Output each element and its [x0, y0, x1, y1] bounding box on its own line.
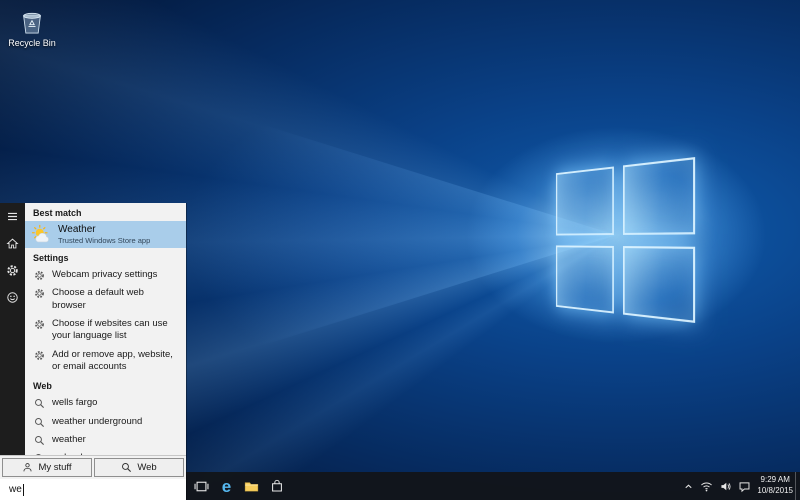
gear-icon	[34, 288, 46, 299]
web-suggestion[interactable]: wells fargo	[25, 394, 186, 412]
show-desktop-button[interactable]	[795, 472, 800, 500]
best-match-subtitle: Trusted Windows Store app	[58, 236, 150, 245]
store-button[interactable]	[264, 472, 289, 500]
panel-left-rail	[0, 203, 25, 455]
file-explorer-icon	[243, 478, 260, 495]
clock-time: 9:29 AM	[757, 475, 793, 486]
recycle-bin-icon	[17, 7, 47, 37]
search-input-value: we	[9, 484, 22, 495]
logo-pane	[623, 157, 696, 234]
file-explorer-button[interactable]	[239, 472, 264, 500]
search-icon	[34, 398, 46, 409]
settings-item[interactable]: Choose if websites can use your language…	[25, 315, 186, 346]
web-suggestion[interactable]: weather	[25, 431, 186, 449]
windows-hero-logo	[556, 157, 695, 323]
best-match-header: Best match	[25, 203, 186, 221]
person-icon	[22, 462, 33, 473]
taskbar-app-icons: e	[189, 472, 289, 500]
recycle-bin-label: Recycle Bin	[8, 38, 56, 48]
logo-pane	[623, 246, 696, 323]
web-suggestion[interactable]: weather underground	[25, 413, 186, 431]
my-stuff-label: My stuff	[38, 462, 71, 473]
search-flyout-panel: Best match	[0, 203, 187, 500]
web-header: Web	[25, 376, 186, 394]
gear-icon	[34, 319, 46, 330]
settings-item[interactable]: Webcam privacy settings	[25, 266, 186, 284]
volume-icon[interactable]	[719, 480, 732, 493]
web-search-button[interactable]: Web	[94, 458, 184, 477]
network-icon[interactable]	[700, 480, 713, 493]
search-input[interactable]: we	[0, 479, 186, 500]
gear-icon	[34, 270, 46, 281]
settings-item-label: Choose a default web browser	[52, 287, 180, 312]
best-match-title: Weather	[58, 224, 150, 236]
my-stuff-button[interactable]: My stuff	[2, 458, 92, 477]
task-view-button[interactable]	[189, 472, 214, 500]
text-caret	[23, 484, 24, 496]
task-view-icon	[193, 478, 210, 495]
action-center-icon[interactable]	[738, 480, 751, 493]
logo-pane	[556, 245, 614, 314]
web-suggestion-label: wells fargo	[52, 397, 97, 409]
settings-gear-button[interactable]	[3, 261, 23, 279]
best-match-result[interactable]: Weather Trusted Windows Store app	[25, 221, 186, 248]
gear-icon	[34, 350, 46, 361]
settings-item[interactable]: Choose a default web browser	[25, 284, 186, 315]
web-suggestion-label: weather	[52, 434, 86, 446]
web-button-label: Web	[137, 462, 156, 473]
edge-browser-button[interactable]: e	[214, 472, 239, 500]
feedback-button[interactable]	[3, 288, 23, 306]
logo-pane	[556, 167, 614, 236]
desktop: Recycle Bin e	[0, 0, 800, 500]
tray-expand-button[interactable]	[683, 481, 694, 492]
clock-date: 10/8/2015	[757, 486, 793, 497]
web-suggestion-label: weather underground	[52, 416, 142, 428]
home-button[interactable]	[3, 234, 23, 252]
panel-footer: My stuff Web	[0, 455, 186, 479]
search-icon	[121, 462, 132, 473]
settings-item[interactable]: Add or remove app, website, or email acc…	[25, 346, 186, 377]
recycle-bin-shortcut[interactable]: Recycle Bin	[6, 7, 58, 48]
settings-item-label: Webcam privacy settings	[52, 269, 157, 281]
settings-item-label: Choose if websites can use your language…	[52, 318, 180, 343]
settings-header: Settings	[25, 248, 186, 266]
edge-icon: e	[222, 478, 231, 495]
hamburger-menu-button[interactable]	[3, 207, 23, 225]
settings-item-label: Add or remove app, website, or email acc…	[52, 349, 180, 374]
search-results-area: Best match	[25, 203, 186, 455]
weather-app-icon	[31, 224, 52, 245]
taskbar-clock[interactable]: 9:29 AM 10/8/2015	[757, 475, 793, 497]
store-icon	[269, 478, 285, 494]
system-tray: 9:29 AM 10/8/2015	[683, 472, 793, 500]
search-icon	[34, 417, 46, 428]
search-icon	[34, 435, 46, 446]
